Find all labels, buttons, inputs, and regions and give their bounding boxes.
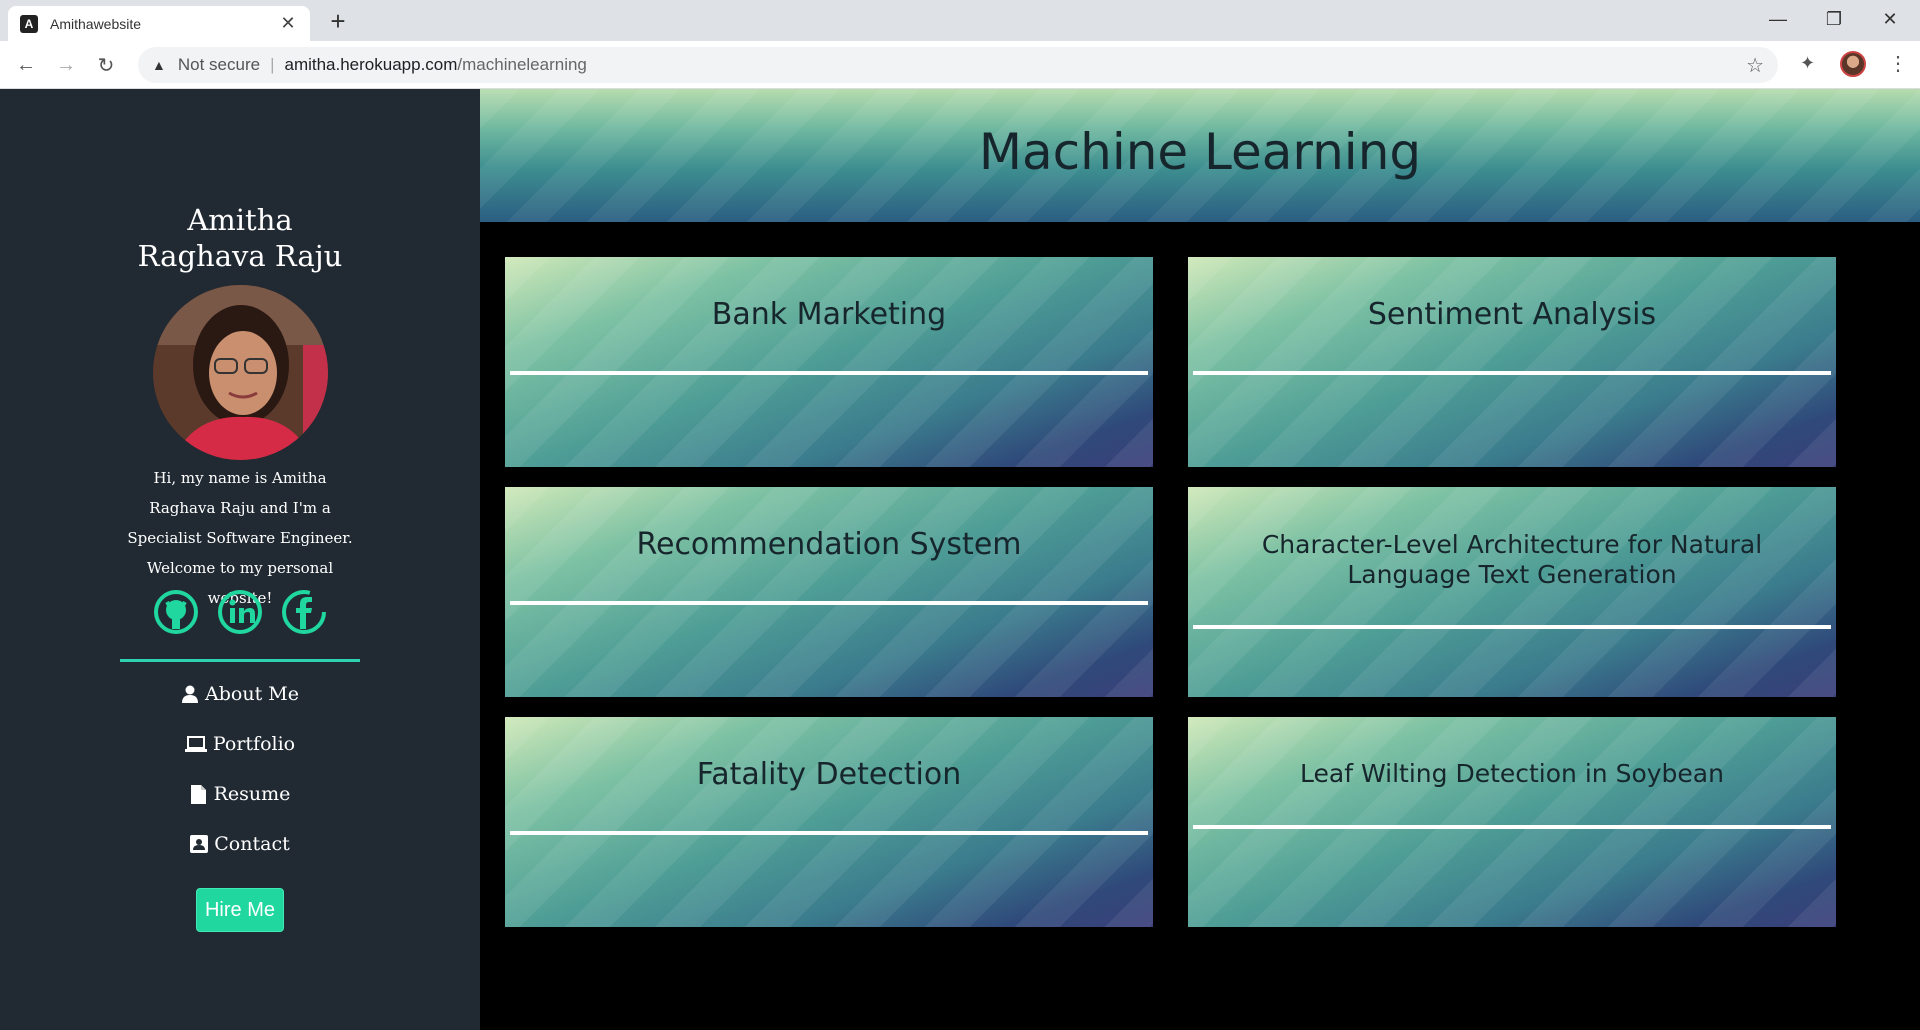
nav-resume[interactable]: Resume — [0, 783, 480, 805]
linkedin-icon[interactable] — [217, 589, 263, 635]
nav-contact[interactable]: Contact — [0, 833, 480, 855]
tab-title: Amithawebsite — [50, 15, 142, 32]
project-title: Character-Level Architecture for Natural… — [1261, 530, 1763, 589]
angular-favicon-icon: A — [20, 14, 38, 33]
sidebar: Amitha Raghava Raju Hi, my name is Amith… — [0, 89, 480, 1030]
project-title: Sentiment Analysis — [1367, 297, 1657, 332]
close-tab-icon[interactable]: ✕ — [278, 13, 298, 34]
extensions-puzzle-icon[interactable]: ✦ — [1800, 53, 1815, 74]
nav-portfolio[interactable]: Portfolio — [0, 733, 480, 755]
project-card-bank-marketing[interactable]: Bank Marketing — [505, 257, 1153, 467]
project-title: Leaf Wilting Detection in Soybean — [1300, 759, 1724, 788]
nav-label: Contact — [214, 833, 290, 855]
restore-icon[interactable]: ❐ — [1806, 0, 1862, 38]
card-divider — [510, 371, 1148, 375]
browser-tab[interactable]: A Amithawebsite ✕ — [8, 6, 310, 41]
minimize-icon[interactable]: — — [1750, 0, 1806, 38]
github-icon[interactable] — [153, 589, 199, 635]
project-card-text-generation[interactable]: Character-Level Architecture for Natural… — [1188, 487, 1836, 697]
card-divider — [510, 601, 1148, 605]
forward-icon[interactable]: → — [50, 49, 82, 81]
user-icon — [181, 685, 199, 703]
browser-toolbar: ← → ↻ ▲ Not secure | amitha.herokuapp.co… — [0, 41, 1920, 89]
nav-about-me[interactable]: About Me — [0, 683, 480, 705]
browser-menu-icon[interactable]: ⋮ — [1888, 51, 1908, 76]
reload-icon[interactable]: ↻ — [90, 49, 122, 81]
new-tab-button[interactable]: + — [322, 7, 354, 35]
card-divider — [1193, 825, 1831, 829]
page-title: Machine Learning — [978, 123, 1422, 181]
laptop-icon — [184, 735, 207, 753]
profile-photo — [153, 285, 328, 460]
nav-label: Portfolio — [212, 733, 296, 755]
address-bar[interactable]: ▲ Not secure | amitha.herokuapp.com/mach… — [138, 47, 1778, 83]
url-separator: | — [270, 55, 275, 74]
card-divider — [510, 831, 1148, 835]
security-label: Not secure — [177, 55, 261, 74]
project-card-recommendation-system[interactable]: Recommendation System — [505, 487, 1153, 697]
bookmark-star-icon[interactable]: ☆ — [1746, 53, 1764, 78]
project-title: Bank Marketing — [711, 297, 947, 332]
back-icon[interactable]: ← — [10, 49, 42, 81]
project-title: Recommendation System — [636, 527, 1022, 562]
card-divider — [1193, 625, 1831, 629]
browser-tab-bar: A Amithawebsite ✕ + — ❐ ✕ — [0, 0, 1920, 41]
hire-me-button[interactable]: Hire Me — [196, 888, 284, 932]
nav-label: Resume — [213, 783, 291, 805]
profile-name: Amitha Raghava Raju — [137, 203, 343, 273]
warning-icon: ▲ — [152, 57, 166, 73]
page-banner: Machine Learning — [480, 89, 1920, 222]
project-card-leaf-wilting[interactable]: Leaf Wilting Detection in Soybean — [1188, 717, 1836, 927]
card-divider — [1193, 371, 1831, 375]
url-host: amitha.herokuapp.com — [284, 55, 458, 74]
facebook-icon[interactable] — [281, 589, 327, 635]
nav-label: About Me — [205, 683, 299, 705]
project-card-fatality-detection[interactable]: Fatality Detection — [505, 717, 1153, 927]
sidebar-divider — [120, 659, 360, 662]
file-icon — [190, 785, 208, 804]
project-title: Fatality Detection — [696, 757, 962, 792]
contact-card-icon — [190, 835, 209, 853]
profile-avatar[interactable] — [1840, 51, 1866, 77]
project-card-sentiment-analysis[interactable]: Sentiment Analysis — [1188, 257, 1836, 467]
page: Amitha Raghava Raju Hi, my name is Amith… — [0, 89, 1920, 1030]
url-path: /machinelearning — [457, 55, 587, 74]
close-window-icon[interactable]: ✕ — [1862, 0, 1918, 38]
